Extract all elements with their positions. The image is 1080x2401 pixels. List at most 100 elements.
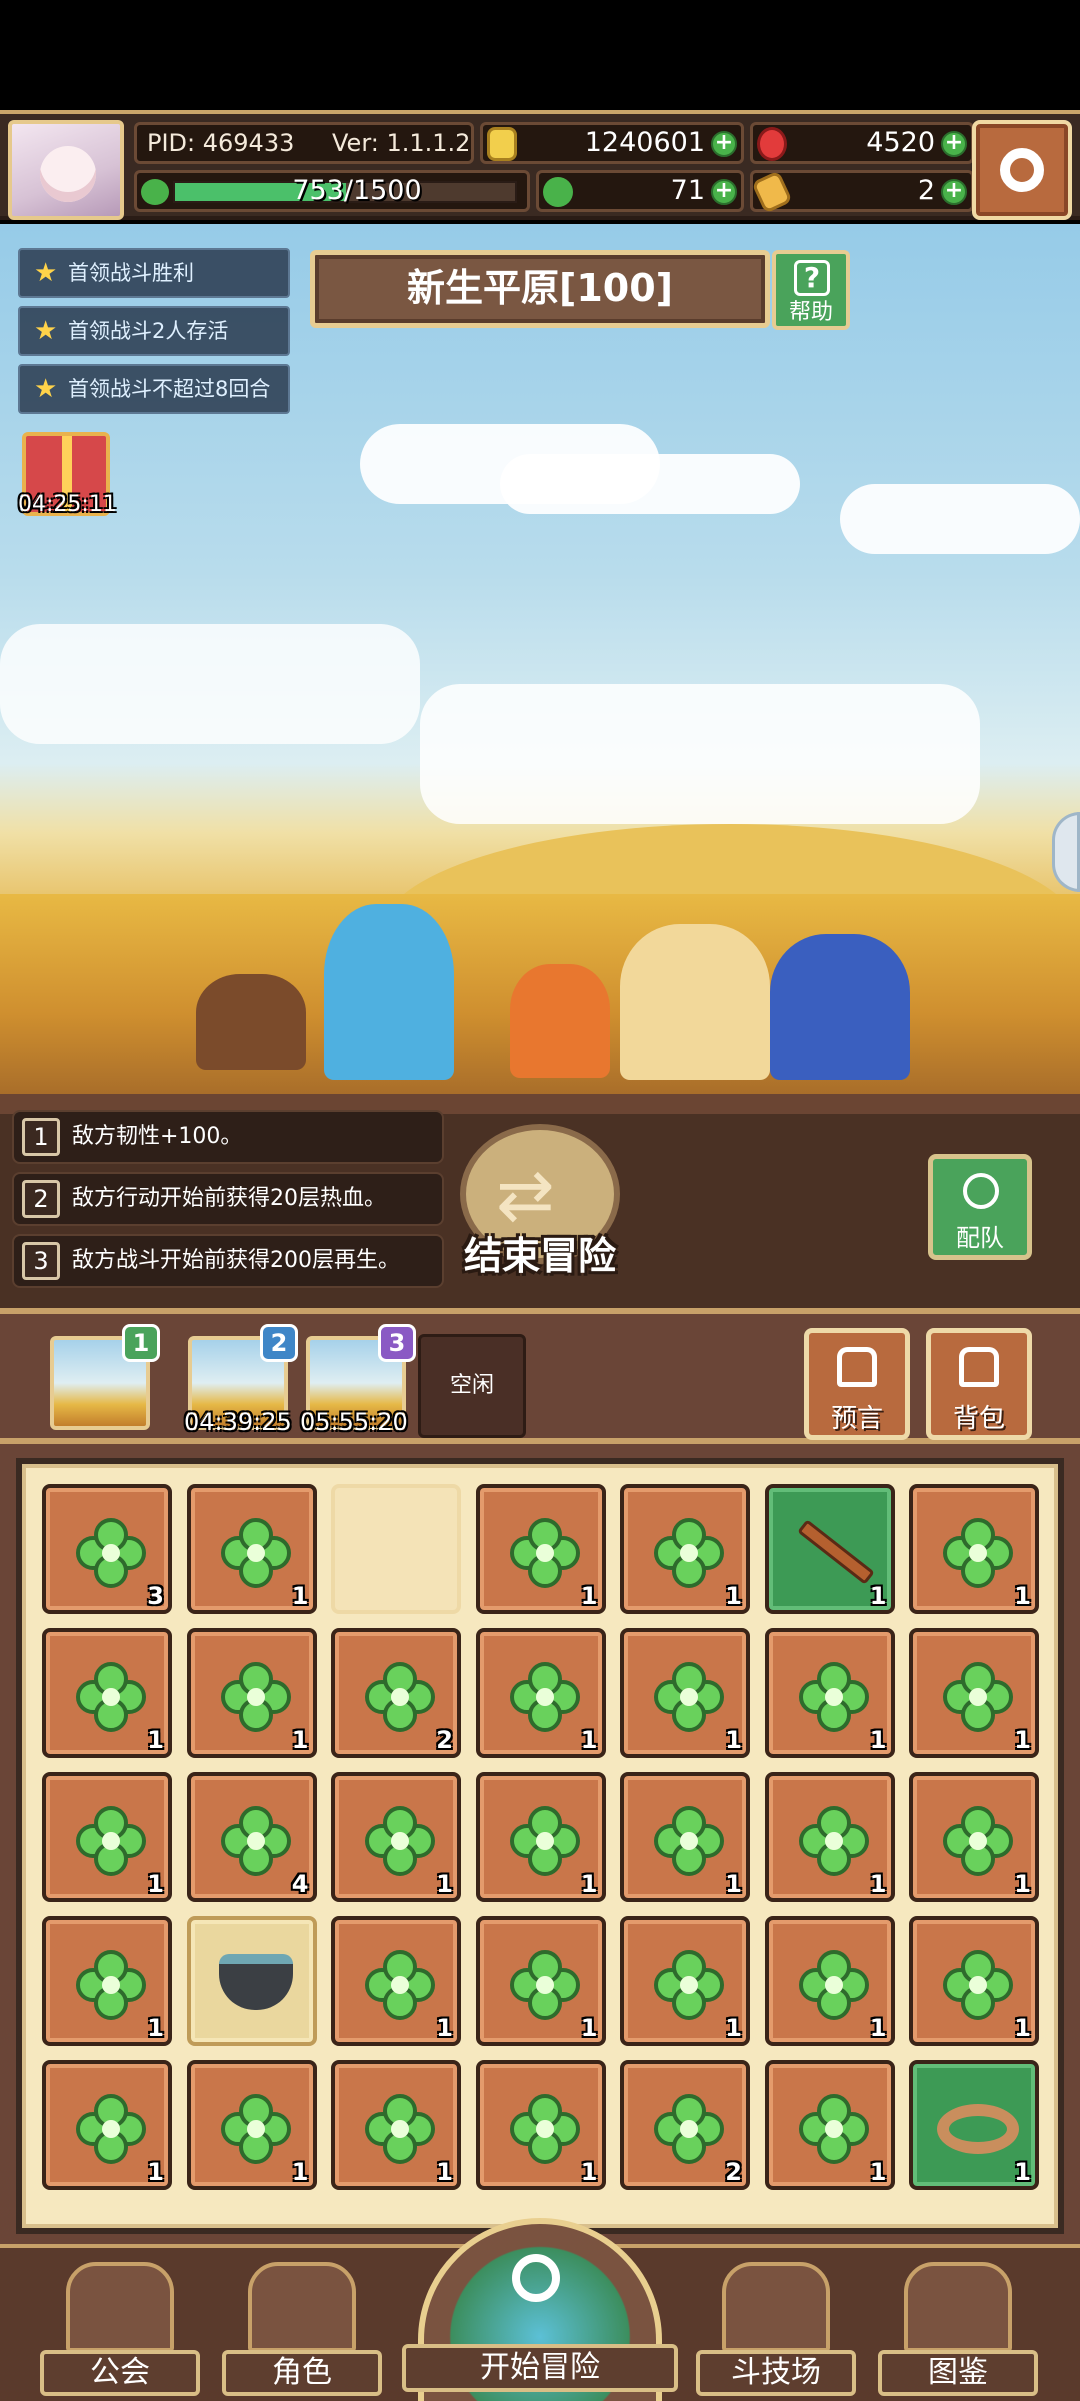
question-icon: ? bbox=[794, 260, 830, 296]
nav-arena[interactable]: 斗技场 bbox=[696, 2262, 856, 2398]
inventory-item-clover[interactable]: 1 bbox=[331, 2060, 461, 2190]
inventory-item-ring[interactable]: 1 bbox=[909, 2060, 1039, 2190]
clover-icon bbox=[509, 2094, 580, 2164]
backpack-icon bbox=[959, 1347, 999, 1387]
quest-label: 首领战斗不超过8回合 bbox=[68, 377, 271, 401]
empty-inventory-slot[interactable] bbox=[331, 1484, 461, 1614]
item-quantity: 1 bbox=[580, 2158, 598, 2186]
bag-label: 背包 bbox=[952, 1404, 1005, 1434]
team-setup-button[interactable]: 配队 bbox=[928, 1154, 1032, 1260]
clover-icon bbox=[76, 2094, 146, 2164]
inventory-item-clover[interactable]: 1 bbox=[620, 1772, 750, 1902]
ice-queen-character[interactable] bbox=[324, 904, 454, 1080]
inventory-item-clover[interactable]: 1 bbox=[42, 1772, 172, 1902]
area-title-banner[interactable]: 新生平原[100] bbox=[310, 250, 770, 328]
item-quantity: 1 bbox=[580, 2014, 598, 2042]
adventure-slot[interactable]: 1 bbox=[50, 1324, 160, 1430]
clover-icon bbox=[654, 1518, 724, 1588]
player-avatar[interactable] bbox=[8, 120, 124, 220]
inventory-item-clover[interactable]: 1 bbox=[42, 1628, 172, 1758]
bag-button[interactable]: 背包 bbox=[926, 1328, 1032, 1440]
inventory-item-clover[interactable]: 1 bbox=[475, 1916, 606, 2046]
add-clover-button[interactable]: + bbox=[711, 179, 737, 205]
inventory-item-clover[interactable]: 1 bbox=[764, 1916, 895, 2046]
nav-character[interactable]: 角色 bbox=[222, 2262, 382, 2398]
inventory-item-clover[interactable]: 1 bbox=[475, 1772, 606, 1902]
star-icon: ★ bbox=[34, 258, 58, 288]
inventory-item-clover[interactable]: 1 bbox=[475, 1628, 606, 1758]
item-quantity: 1 bbox=[725, 1726, 742, 1754]
modifier-number: 1 bbox=[22, 1118, 60, 1156]
inventory-item-clover[interactable]: 1 bbox=[186, 1628, 317, 1758]
clover-icon bbox=[220, 1806, 291, 1876]
star-icon: ★ bbox=[34, 316, 58, 346]
item-quantity: 1 bbox=[291, 1582, 309, 1610]
inventory-item-clover[interactable]: 1 bbox=[620, 1916, 750, 2046]
help-button[interactable]: ? 帮助 bbox=[772, 250, 850, 330]
inventory-item-dagger[interactable]: 1 bbox=[764, 1484, 895, 1614]
nav-start-adventure[interactable]: 开始冒险 bbox=[402, 2218, 678, 2401]
end-adventure-button[interactable]: ⇄ 结束冒险 bbox=[456, 1124, 624, 1292]
bottom-navigation: 公会 角色 开始冒险 斗技场 图鉴 bbox=[0, 2218, 1080, 2401]
quest-item: ★ 首领战斗胜利 bbox=[18, 248, 290, 298]
inventory-item-clover[interactable]: 2 bbox=[331, 1628, 461, 1758]
inventory-item-clover[interactable]: 1 bbox=[186, 2060, 317, 2190]
item-quantity: 1 bbox=[147, 1726, 164, 1754]
status-bar bbox=[0, 0, 1080, 110]
add-gem-button[interactable]: + bbox=[941, 131, 967, 157]
nav-codex[interactable]: 图鉴 bbox=[878, 2262, 1038, 2398]
monkey-character[interactable] bbox=[510, 964, 610, 1078]
item-quantity: 1 bbox=[147, 1870, 164, 1898]
ruby-gem-icon bbox=[757, 127, 787, 161]
inventory-item-clover[interactable]: 1 bbox=[909, 1628, 1039, 1758]
inventory-item-clover[interactable]: 4 bbox=[186, 1772, 317, 1902]
adventure-scene: ★ 首领战斗胜利 ★ 首领战斗2人存活 ★ 首领战斗不超过8回合 新生平原[100] … bbox=[0, 224, 1080, 1094]
inventory-item-clover[interactable]: 1 bbox=[909, 1916, 1039, 2046]
gold-coin-icon bbox=[487, 127, 517, 161]
inventory-item-clover[interactable]: 1 bbox=[42, 2060, 172, 2190]
inventory-item-clover[interactable]: 1 bbox=[331, 1772, 461, 1902]
item-quantity: 1 bbox=[725, 1582, 742, 1610]
item-quantity: 1 bbox=[1014, 2158, 1031, 2186]
inventory-grid: 3 1 1 1 1 1 1 1 2 1 1 1 1 1 4 1 1 1 1 1 1 1 1 1 1 1 1 1 1 1 2 1 1 bbox=[16, 1458, 1064, 2234]
gear-icon bbox=[1000, 148, 1044, 192]
add-gold-button[interactable]: + bbox=[711, 131, 737, 157]
add-ticket-button[interactable]: + bbox=[941, 179, 967, 205]
cloud bbox=[840, 484, 1080, 554]
star-icon: ★ bbox=[34, 374, 58, 404]
prophecy-button[interactable]: 预言 bbox=[804, 1328, 910, 1440]
clover-icon bbox=[76, 1806, 146, 1876]
slot-badge: 3 bbox=[378, 1324, 416, 1362]
inventory-item-clover[interactable]: 1 bbox=[331, 1916, 461, 2046]
idle-slot[interactable]: 空闲 bbox=[418, 1334, 526, 1438]
inventory-item-clover[interactable]: 1 bbox=[42, 1916, 172, 2046]
inventory-item-clover[interactable]: 1 bbox=[475, 1484, 606, 1614]
inventory-item-clover[interactable]: 1 bbox=[475, 2060, 606, 2190]
inventory-item-clover[interactable]: 2 bbox=[620, 2060, 750, 2190]
inventory-item-clover[interactable]: 1 bbox=[620, 1484, 750, 1614]
nav-guild[interactable]: 公会 bbox=[40, 2262, 200, 2398]
ticket-icon bbox=[751, 170, 793, 214]
prophecy-label: 预言 bbox=[830, 1404, 883, 1434]
inventory-item-clover[interactable]: 1 bbox=[764, 1628, 895, 1758]
side-drawer-tab[interactable] bbox=[1052, 812, 1080, 892]
inventory-item-cauldron[interactable] bbox=[186, 1916, 317, 2046]
inventory-item-clover[interactable]: 1 bbox=[909, 1772, 1039, 1902]
inventory-item-clover[interactable]: 1 bbox=[764, 2060, 895, 2190]
princess-character[interactable] bbox=[620, 924, 770, 1080]
clover-icon bbox=[76, 1518, 146, 1588]
cloud bbox=[420, 684, 980, 824]
barrel-character[interactable] bbox=[196, 974, 306, 1070]
inventory-item-clover[interactable]: 3 bbox=[42, 1484, 172, 1614]
inventory-item-clover[interactable]: 1 bbox=[909, 1484, 1039, 1614]
item-quantity: 1 bbox=[291, 1726, 309, 1754]
settings-button[interactable] bbox=[972, 120, 1072, 220]
dragon-girl-character[interactable] bbox=[770, 934, 910, 1080]
guild-building-icon bbox=[66, 2262, 174, 2352]
inventory-item-clover[interactable]: 1 bbox=[764, 1772, 895, 1902]
inventory-item-clover[interactable]: 1 bbox=[186, 1484, 317, 1614]
clover-icon bbox=[943, 1806, 1013, 1876]
slot-timer: 05:55:20 bbox=[300, 1408, 408, 1436]
inventory-item-clover[interactable]: 1 bbox=[620, 1628, 750, 1758]
slot-badge: 1 bbox=[122, 1324, 160, 1362]
